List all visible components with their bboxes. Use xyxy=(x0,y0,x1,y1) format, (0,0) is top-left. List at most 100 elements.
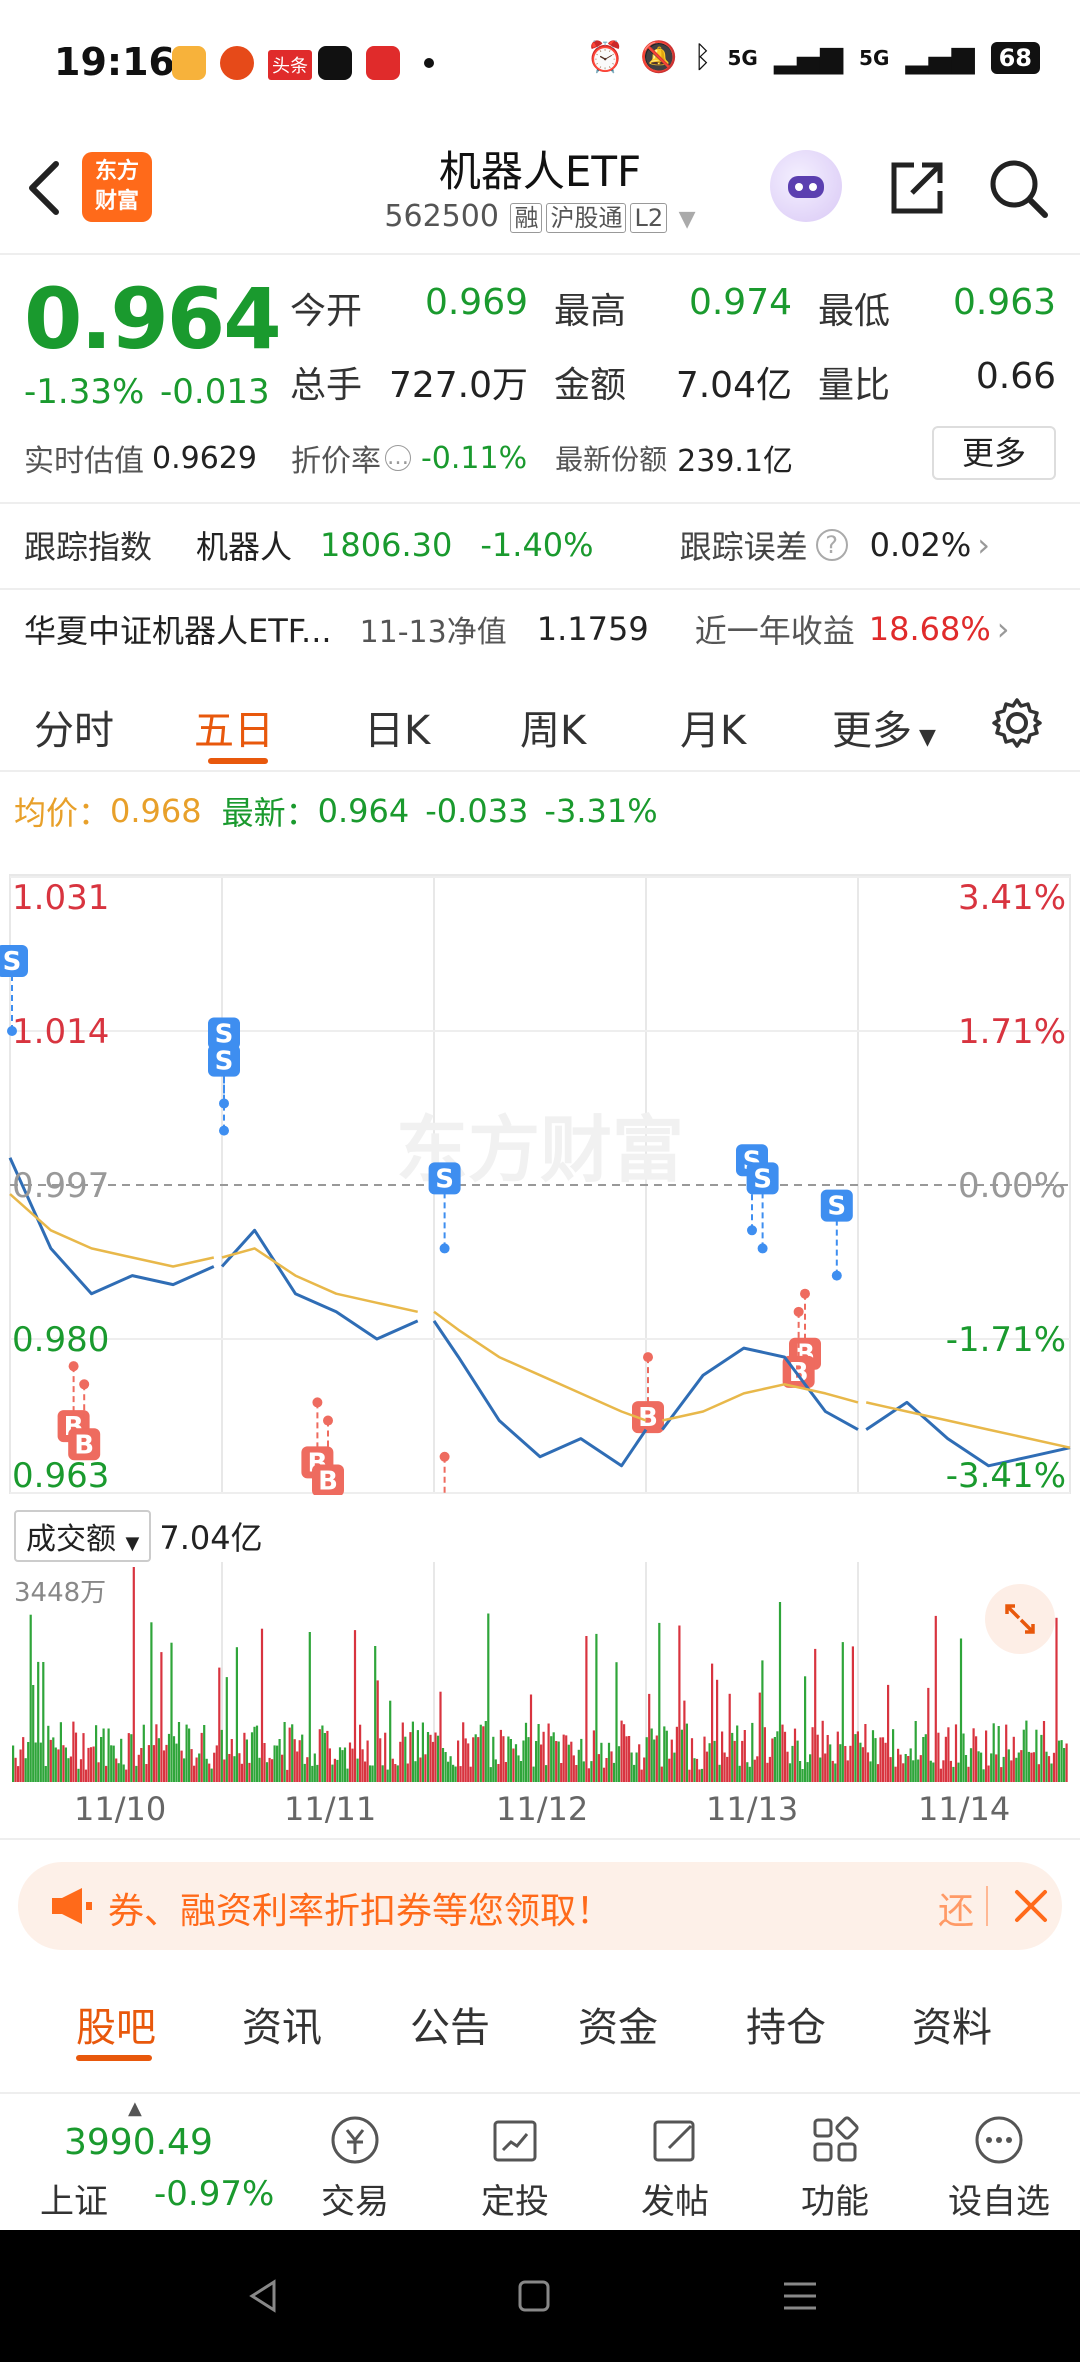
close-icon[interactable] xyxy=(1003,1878,1059,1934)
volume-bar xyxy=(565,1735,568,1782)
volume-bar xyxy=(899,1754,902,1782)
back-icon[interactable] xyxy=(24,158,64,218)
volume-bar xyxy=(831,1760,834,1782)
high-label: 最高 xyxy=(554,291,627,332)
volume-bar xyxy=(814,1648,817,1782)
volume-bar xyxy=(424,1754,427,1782)
gear-icon[interactable] xyxy=(990,696,1044,750)
volume-bar xyxy=(980,1752,983,1782)
volume-bar xyxy=(861,1747,864,1782)
volume-bar xyxy=(238,1753,241,1782)
volume-bar xyxy=(401,1722,404,1782)
volume-bar xyxy=(778,1602,782,1782)
volume-bar xyxy=(675,1726,678,1782)
five-day-chart[interactable]: 东方财富 SSSSSSSBBBBBBBB 1.0311.0140.9970.98… xyxy=(0,835,1080,1495)
volume-bar xyxy=(612,1762,616,1782)
volume-bar xyxy=(545,1765,548,1782)
volume-bar xyxy=(914,1721,917,1782)
price-line xyxy=(432,1320,648,1468)
volume-bar xyxy=(286,1769,289,1782)
trade-button[interactable]: 交易 xyxy=(300,2110,410,2223)
avg-line xyxy=(221,1247,418,1314)
volume-bar xyxy=(1055,1617,1058,1782)
nav-value: 1.1759 xyxy=(536,610,649,648)
volume-bar xyxy=(135,1765,138,1782)
volume-bar xyxy=(210,1768,213,1782)
volume-bar xyxy=(1000,1767,1003,1782)
fund-info-row[interactable]: 华夏中证机器人ETF... 11-13净值 1.1759 近一年收益 18.68… xyxy=(24,606,1054,652)
volume-bar xyxy=(793,1728,797,1782)
nav-menu-icon[interactable] xyxy=(780,2276,820,2316)
volume-bar xyxy=(12,1745,15,1782)
volume-bar xyxy=(623,1724,626,1782)
robot-assistant-icon[interactable] xyxy=(770,150,842,222)
volume-selector[interactable]: 成交额 ▼ xyxy=(14,1510,152,1562)
volume-bar xyxy=(195,1757,198,1782)
tab-intraday[interactable]: 分时 xyxy=(34,698,114,756)
dropdown-icon[interactable]: ▼ xyxy=(679,207,696,232)
volume-bar xyxy=(409,1732,412,1782)
volume-bar xyxy=(771,1738,774,1782)
volume-bar xyxy=(731,1732,734,1782)
nav-label: 11-13净值 xyxy=(359,615,507,650)
volume-bar xyxy=(308,1632,311,1782)
volume-bar xyxy=(678,1625,681,1782)
functions-button[interactable]: 功能 xyxy=(780,2110,890,2223)
tab-weekly-k[interactable]: 周K xyxy=(520,698,586,756)
volume-bar xyxy=(17,1766,20,1782)
tab-more[interactable]: 更多 ▼ xyxy=(832,698,936,756)
volume-bar xyxy=(738,1765,741,1782)
latest-change: -0.033 xyxy=(425,792,529,830)
tab-holdings[interactable]: 持仓 xyxy=(746,1995,826,2053)
volume-bar xyxy=(271,1759,274,1782)
tab-monthly-k[interactable]: 月K xyxy=(680,698,746,756)
tab-announcements[interactable]: 公告 xyxy=(410,1995,490,2053)
expand-icon[interactable] xyxy=(985,1584,1055,1654)
more-button[interactable]: 更多 xyxy=(932,426,1056,480)
add-watchlist-button[interactable]: 设自选 xyxy=(944,2110,1054,2223)
functions-label: 功能 xyxy=(801,2182,869,2222)
volume-bar xyxy=(954,1724,958,1782)
volume-bar xyxy=(115,1758,118,1782)
tab-funds[interactable]: 资金 xyxy=(578,1995,658,2053)
promo-banner[interactable]: 券、融资利率折扣券等您领取！ 还 xyxy=(18,1862,1062,1950)
nav-back-icon[interactable] xyxy=(244,2276,284,2316)
volume-bar xyxy=(884,1742,887,1782)
volume-bar xyxy=(137,1754,140,1782)
auto-invest-button[interactable]: 定投 xyxy=(460,2110,570,2223)
volume-bar xyxy=(482,1726,485,1782)
volume-bar xyxy=(379,1738,382,1782)
share-icon[interactable] xyxy=(884,155,950,221)
trade-mark-label: S xyxy=(827,1192,846,1222)
tab-forum[interactable]: 股吧 xyxy=(76,1995,156,2053)
tab-news[interactable]: 资讯 xyxy=(242,1995,322,2053)
logo-text: 东方 xyxy=(94,159,139,184)
volume-bar xyxy=(364,1761,367,1782)
trade-mark-dot xyxy=(831,1270,842,1281)
volume-bar xyxy=(575,1765,578,1782)
tab-daily-k[interactable]: 日K xyxy=(364,698,430,756)
volume-bar xyxy=(987,1765,990,1782)
volume-bar xyxy=(235,1647,238,1782)
trade-mark-dot xyxy=(68,1361,79,1372)
info-icon[interactable]: … xyxy=(384,445,411,471)
tracking-index-row[interactable]: 跟踪指数 机器人 1806.30 -1.40% 跟踪误差 ? 0.02% › xyxy=(24,522,1054,568)
volume-bar xyxy=(225,1677,228,1782)
trade-mark-dot xyxy=(323,1415,333,1426)
volume-bar xyxy=(489,1767,492,1782)
post-button[interactable]: 发帖 xyxy=(620,2110,730,2223)
tab-profile[interactable]: 资料 xyxy=(912,1995,992,2053)
sh-index-value[interactable]: 3990.49 xyxy=(64,2122,213,2163)
nav-home-icon[interactable] xyxy=(514,2276,554,2316)
search-icon[interactable] xyxy=(985,155,1051,221)
help-icon[interactable]: ? xyxy=(815,529,848,561)
y-tick-right: -1.71% xyxy=(946,1320,1066,1360)
tab-five-day[interactable]: 五日 xyxy=(194,698,274,756)
volume-bar xyxy=(200,1732,203,1782)
volume-bar xyxy=(743,1730,746,1782)
volume-bar xyxy=(617,1746,621,1782)
volume-bar xyxy=(758,1692,761,1782)
volume-bar xyxy=(62,1745,65,1782)
volume-bar xyxy=(145,1764,148,1782)
volume-bar xyxy=(1027,1751,1030,1782)
